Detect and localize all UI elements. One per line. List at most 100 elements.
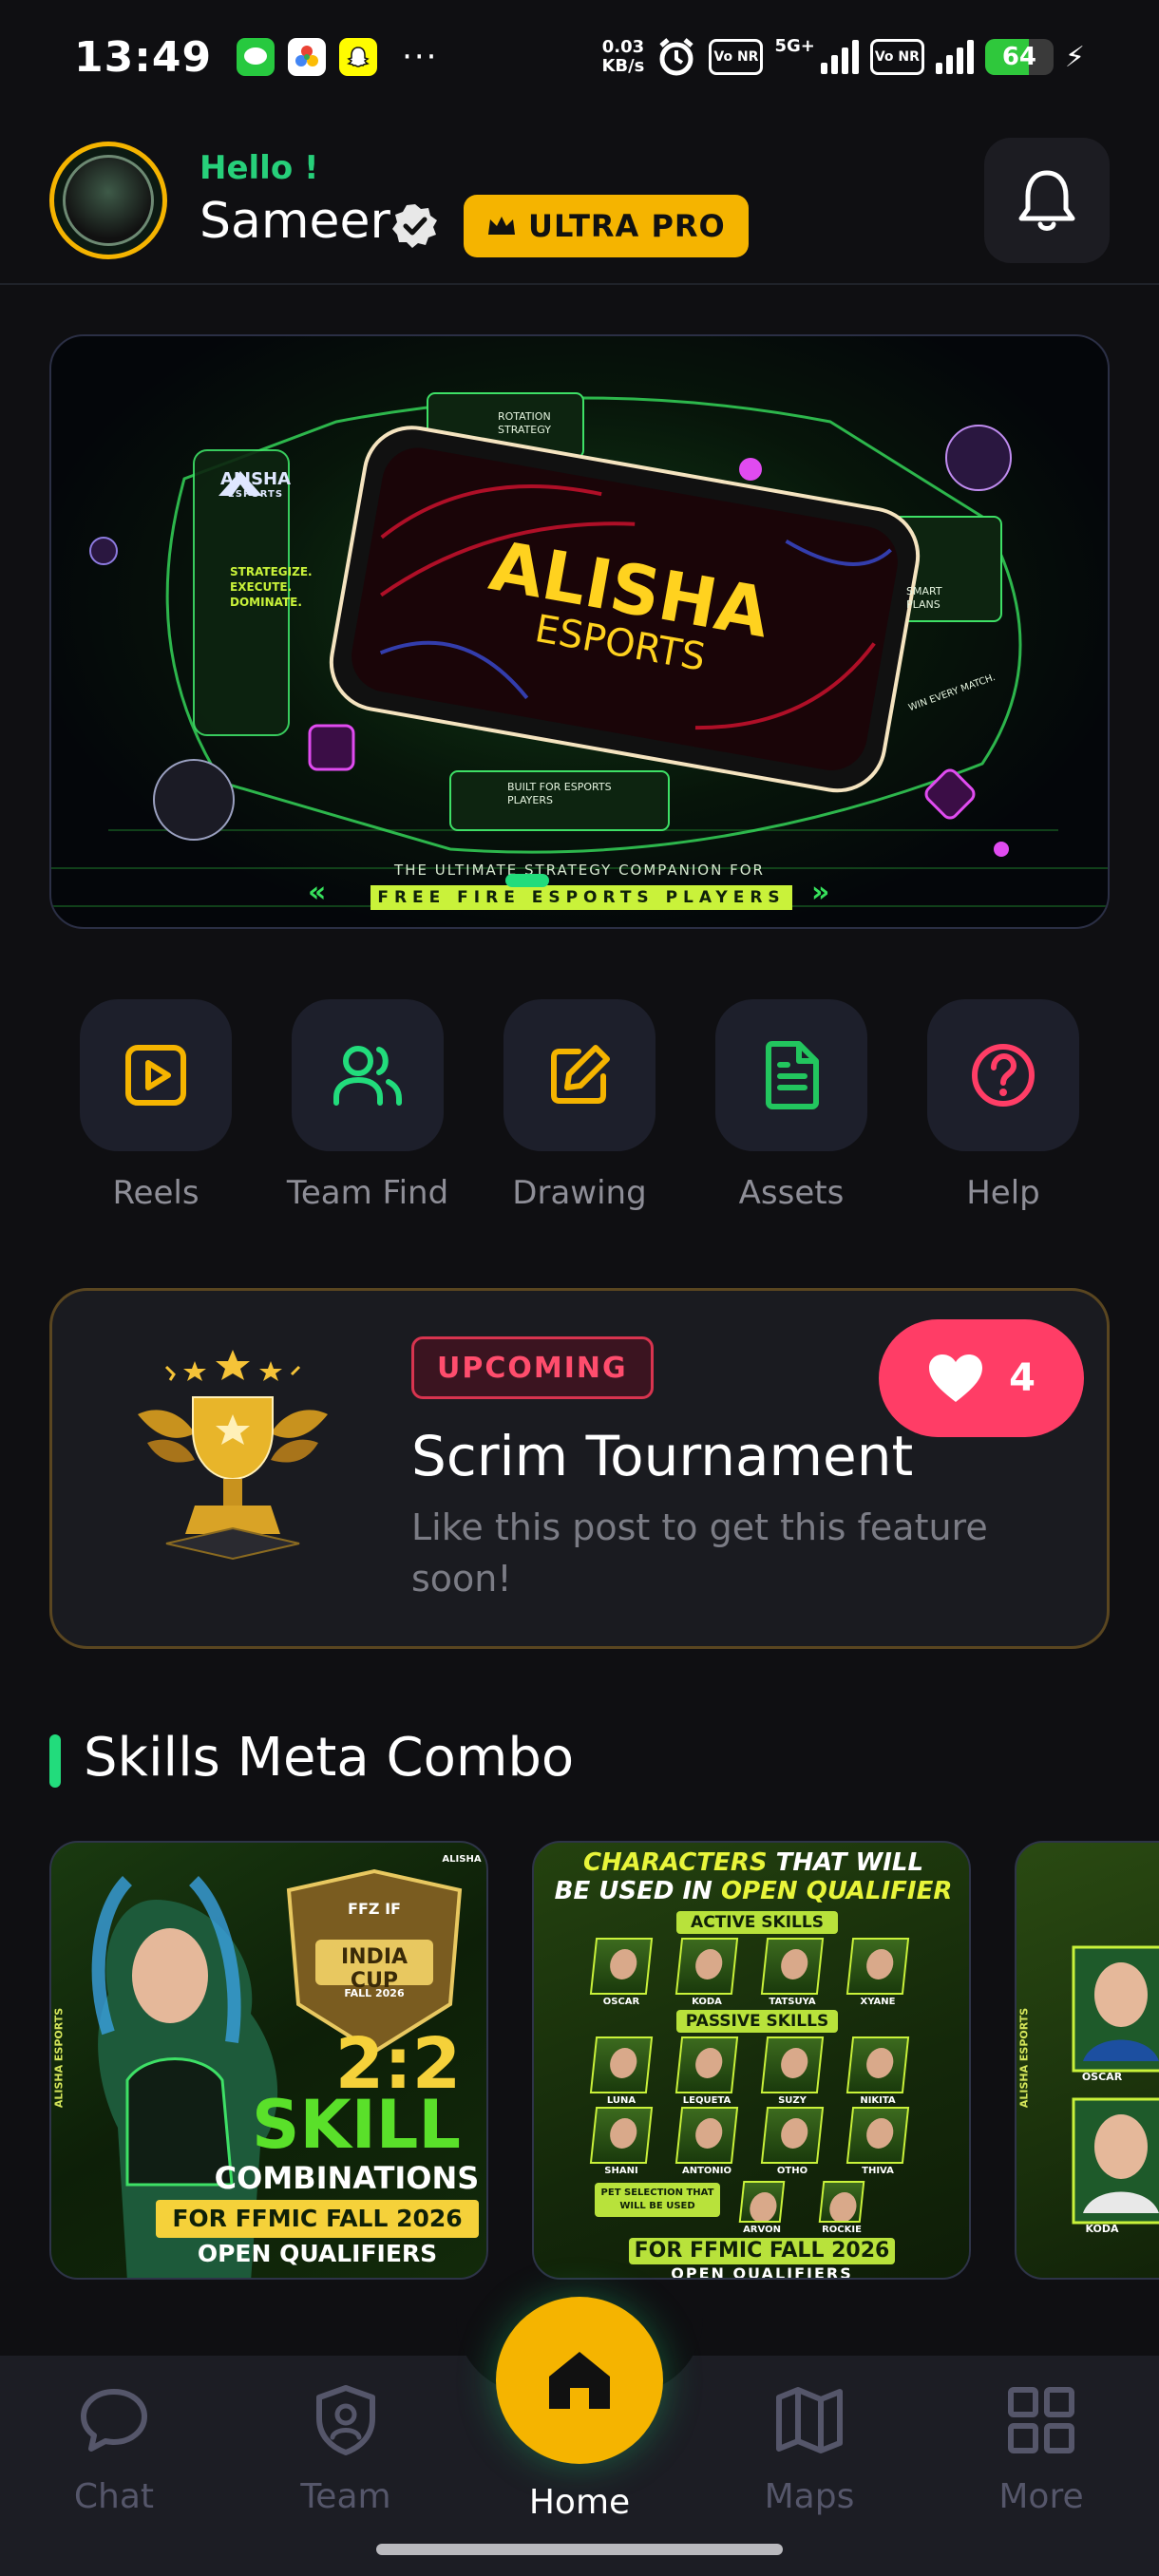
headline-row-1: CHARACTERS THAT WILL [582, 1848, 924, 1877]
skill-card-3[interactable]: OSCAR KODA ALISHA ESPORTS [1015, 1841, 1159, 2280]
nav-home-label: Home [528, 2483, 631, 2522]
character-portrait [846, 2036, 910, 2093]
avatar[interactable] [49, 142, 167, 259]
assets-tile[interactable] [715, 999, 867, 1151]
alarm-icon [659, 38, 694, 76]
status-time: 13:49 [74, 32, 213, 82]
active-skills-label: ACTIVE SKILLS [676, 1911, 838, 1934]
quick-action-label: Team Find [286, 1174, 449, 1212]
chat-icon [81, 2389, 147, 2452]
character-name: SUZY [778, 2095, 807, 2106]
character-portrait [674, 2036, 739, 2093]
character-name: TATSUYA [769, 1997, 816, 2007]
tournament-description: Like this post to get this feature soon! [411, 1506, 988, 1600]
carousel-indicator[interactable] [505, 874, 549, 887]
character-name: ANTONIO [681, 2166, 732, 2176]
portrait-face [694, 2048, 724, 2078]
header-divider [0, 283, 1159, 285]
skill-word: SKILL [252, 2086, 461, 2164]
banner-strip: FREE FIRE ESPORTS PLAYERS [370, 885, 792, 910]
portrait-face [608, 1949, 638, 1979]
tournament-card[interactable]: UPCOMING Scrim Tournament Like this post… [49, 1288, 1110, 1649]
avatar-image [63, 155, 154, 246]
badge-label: ULTRA PRO [528, 208, 726, 244]
network-speed: 0.03 KB/s [601, 37, 645, 76]
section-title: Skills Meta Combo [84, 1727, 575, 1789]
notification-icons: ··· [237, 38, 438, 76]
gesture-bar[interactable] [376, 2544, 783, 2555]
skill-card-1[interactable]: FFZ IF INDIA CUP FALL 2026 2:2 SKILL COM… [49, 1841, 488, 2280]
portrait-face [748, 2192, 779, 2223]
smart-plans-label: SMART PLANS [906, 585, 942, 611]
signal-icon-2 [935, 40, 974, 74]
portrait-face [864, 1949, 895, 1979]
heart-icon [929, 1354, 983, 1402]
messages-icon [237, 38, 276, 76]
volte-badge-1: Vo NR [709, 39, 764, 75]
quick-action-label: Help [966, 1174, 1040, 1212]
character-name: LUNA [606, 2095, 636, 2106]
battery-icon: 64 [984, 39, 1054, 75]
portrait-face [864, 2118, 895, 2149]
like-count: 4 [1009, 1356, 1036, 1400]
character-portrait [846, 1938, 910, 1995]
promo-banner[interactable]: ALISHA ESPORTS STRATEGIZE. EXECUTE. DOMI… [49, 334, 1110, 929]
headline-row-2: BE USED IN OPEN QUALIFIER [554, 1877, 953, 1905]
character-portrait [818, 2181, 865, 2223]
quick-action-help[interactable]: Help [927, 999, 1079, 1212]
nav-home-button[interactable] [496, 2297, 663, 2464]
portrait-face [779, 2118, 809, 2149]
portrait-face [694, 1949, 724, 1979]
greeting: Hello ! [200, 149, 319, 187]
quick-actions: Reels Team Find Drawing Assets Help [49, 999, 1110, 1218]
upcoming-tag: UPCOMING [411, 1336, 654, 1399]
side-text: ALISHA ESPORTS [1017, 2007, 1031, 2109]
drawing-tile[interactable] [504, 999, 656, 1151]
quick-action-team-find[interactable]: Team Find [287, 999, 448, 1212]
tournament-title: Scrim Tournament [411, 1424, 914, 1488]
section-accent [49, 1734, 61, 1788]
home-icon [549, 2352, 610, 2409]
ultra-pro-badge: ULTRA PRO [464, 195, 749, 257]
character-name: NIKITA [860, 2095, 896, 2106]
banner-arrows-right: » [811, 876, 830, 909]
app-header: Hello ! Sameer ULTRA PRO [0, 138, 1159, 285]
banner-subtitle: THE ULTIMATE STRATEGY COMPANION FOR [394, 862, 765, 879]
skill-card-2[interactable]: CHARACTERS THAT WILL BE USED IN OPEN QUA… [532, 1841, 971, 2280]
cup-top: FFZ IF [348, 1900, 401, 1918]
network-type: 5G+ [774, 36, 815, 56]
portrait-face [608, 2048, 638, 2078]
reels-tile[interactable] [80, 999, 232, 1151]
verified-icon [392, 204, 437, 248]
shield-user-icon [316, 2385, 375, 2455]
users-icon [333, 1046, 402, 1106]
character-name: THIVA [862, 2166, 894, 2176]
nav-more[interactable]: More [956, 2384, 1127, 2516]
character-name: ROCKIE [822, 2225, 862, 2235]
portrait-face [827, 2192, 859, 2223]
rotation-label: ROTATION STRATEGY [498, 410, 551, 436]
corner-logo: ALISHA [442, 1854, 482, 1865]
quick-action-assets[interactable]: Assets [715, 999, 867, 1212]
grid-icon [1008, 2387, 1074, 2453]
card-footer-2: OPEN QUALIFIERS [671, 2264, 853, 2280]
like-button[interactable]: 4 [879, 1319, 1084, 1437]
banner-arrows-left: « [308, 876, 327, 909]
nav-maps[interactable]: Maps [724, 2384, 895, 2516]
document-icon [766, 1041, 819, 1109]
nav-chat[interactable]: Chat [28, 2384, 200, 2516]
quick-action-reels[interactable]: Reels [80, 999, 232, 1212]
character-portrait [589, 2036, 654, 2093]
portrait-face [694, 2118, 724, 2149]
portrait-face [779, 2048, 809, 2078]
built-for-label: BUILT FOR ESPORTS PLAYERS [507, 781, 612, 806]
nav-team[interactable]: Team [260, 2384, 431, 2516]
help-tile[interactable] [927, 999, 1079, 1151]
character-name: SHANI [604, 2166, 638, 2176]
quick-action-drawing[interactable]: Drawing [504, 999, 656, 1212]
character-portrait [674, 1938, 739, 1995]
team-find-tile[interactable] [292, 999, 444, 1151]
character-name: XYANE [860, 1997, 896, 2007]
portrait-face [864, 2048, 895, 2078]
notifications-button[interactable] [984, 138, 1110, 263]
